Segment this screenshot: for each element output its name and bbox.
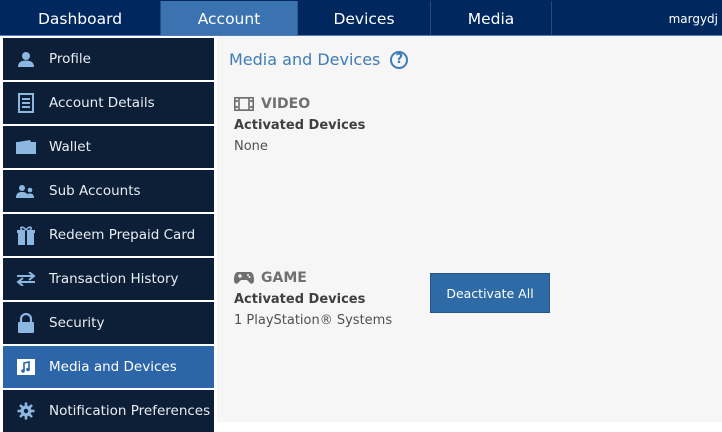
- main-content: Media and Devices ? VIDEO Activated Devi…: [217, 36, 722, 422]
- sidebar-item-label: Transaction History: [49, 271, 179, 287]
- video-heading-text: VIDEO: [261, 96, 311, 112]
- tab-account[interactable]: Account: [161, 1, 298, 36]
- page-header: Media and Devices ?: [229, 50, 409, 69]
- tab-media[interactable]: Media: [431, 1, 552, 36]
- gamepad-icon: [234, 272, 254, 284]
- user-menu[interactable]: margydj: [552, 1, 722, 36]
- sidebar-item-label: Media and Devices: [49, 359, 177, 375]
- game-activated-label: Activated Devices: [234, 292, 366, 307]
- sidebar-item-sub-accounts[interactable]: Sub Accounts: [3, 170, 214, 212]
- page-title: Media and Devices: [229, 50, 381, 69]
- document-icon: [3, 93, 49, 113]
- video-activated-label: Activated Devices: [234, 118, 366, 133]
- game-activated-value: 1 PlayStation® Systems: [234, 313, 393, 328]
- sidebar-item-redeem-prepaid-card[interactable]: Redeem Prepaid Card: [3, 214, 214, 256]
- sidebar-item-media-and-devices[interactable]: Media and Devices: [3, 346, 214, 388]
- sidebar-item-security[interactable]: Security: [3, 302, 214, 344]
- sidebar-item-label: Wallet: [49, 139, 91, 155]
- sidebar: Profile Account Details Wallet Sub Accou…: [0, 36, 216, 432]
- sub-accounts-icon: [3, 184, 49, 198]
- game-heading-text: GAME: [261, 270, 307, 286]
- lock-icon: [3, 313, 49, 333]
- user-icon: [3, 51, 49, 67]
- sidebar-item-transaction-history[interactable]: Transaction History: [3, 258, 214, 300]
- sidebar-item-label: Redeem Prepaid Card: [49, 227, 196, 243]
- gift-icon: [3, 225, 49, 245]
- video-activated-value: None: [234, 139, 268, 154]
- sidebar-item-wallet[interactable]: Wallet: [3, 126, 214, 168]
- wallet-icon: [3, 140, 49, 154]
- gear-icon: [3, 402, 49, 420]
- sidebar-item-profile[interactable]: Profile: [3, 38, 214, 80]
- top-navigation: Dashboard Account Devices Media margydj: [0, 0, 722, 36]
- video-section: VIDEO Activated Devices None: [234, 96, 365, 154]
- sidebar-item-label: Sub Accounts: [49, 183, 141, 199]
- tab-devices[interactable]: Devices: [298, 1, 431, 36]
- sidebar-item-label: Profile: [49, 51, 91, 67]
- sidebar-item-notification-preferences[interactable]: Notification Preferences: [3, 390, 214, 432]
- sidebar-item-label: Notification Preferences: [49, 403, 211, 419]
- game-section: GAME Activated Devices 1 PlayStation® Sy…: [234, 270, 392, 328]
- sidebar-item-label: Security: [49, 315, 105, 331]
- video-heading: VIDEO: [234, 96, 365, 112]
- music-note-icon: [3, 359, 49, 375]
- tab-dashboard[interactable]: Dashboard: [0, 1, 161, 36]
- help-icon[interactable]: ?: [390, 50, 409, 69]
- transfer-arrows-icon: [3, 272, 49, 286]
- sidebar-item-account-details[interactable]: Account Details: [3, 82, 214, 124]
- sidebar-item-label: Account Details: [49, 95, 155, 111]
- deactivate-all-button[interactable]: Deactivate All: [430, 273, 550, 313]
- game-heading: GAME: [234, 270, 392, 286]
- film-icon: [234, 97, 254, 111]
